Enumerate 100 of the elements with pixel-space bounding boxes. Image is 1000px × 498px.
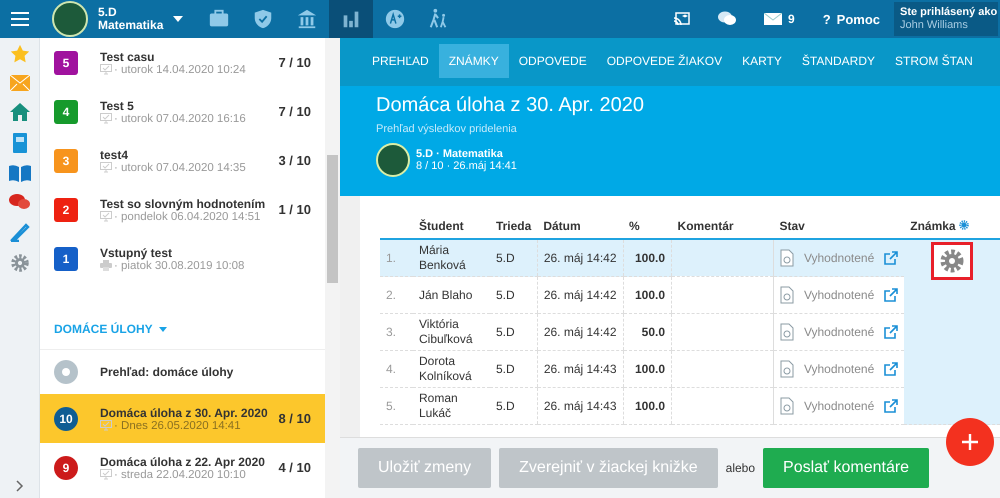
student-name: Mária Benková [413, 239, 490, 276]
caret-icon[interactable] [173, 16, 184, 22]
book-icon[interactable] [8, 164, 30, 182]
assignment-item[interactable]: 9 Domáca úloha z 22. Apr 2020 · streda 22.04.2020 10:10 4 / 10 [40, 443, 325, 492]
column-header: Známka [910, 219, 956, 233]
settings-icon[interactable] [10, 253, 30, 273]
score: 7 / 10 [278, 55, 311, 70]
assignment-subtitle: Prehľad výsledkov pridelenia [376, 123, 518, 135]
external-link-icon[interactable] [884, 399, 898, 413]
external-link-icon[interactable] [884, 362, 898, 376]
status-text: Vyhodnotené [804, 399, 874, 413]
comment-field[interactable] [672, 388, 774, 424]
class-cell: 5.D [490, 276, 538, 314]
tab[interactable]: PREHĽAD [362, 44, 439, 78]
status-text: Vyhodnotené [804, 362, 874, 376]
monitor-icon [100, 64, 112, 75]
percent-cell: 100.0 [623, 239, 672, 276]
overview-item[interactable]: Prehľad: domáce úlohy [40, 350, 325, 394]
scrollbar[interactable] [325, 38, 340, 498]
external-link-icon[interactable] [884, 288, 898, 302]
settings-button[interactable] [931, 242, 974, 280]
add-button[interactable] [946, 418, 994, 466]
assignment-item[interactable]: 2 Test so slovným hodnotením · pondelok 06.04.2020 14:51 1 / 10 [40, 185, 325, 234]
date-cell: 26. máj 14:42 [537, 276, 624, 314]
assignment-title: Test 5 [100, 98, 135, 112]
comment-field[interactable] [672, 350, 774, 388]
assignment-title: Test so slovným hodnotením [100, 196, 266, 210]
row-number: 1. [380, 239, 413, 276]
help-link[interactable]: Pomoc [836, 12, 880, 26]
tab[interactable]: KARTY [732, 44, 792, 78]
external-link-icon[interactable] [884, 251, 898, 265]
printer-icon [100, 260, 112, 271]
cast-icon[interactable] [674, 12, 690, 26]
send-button[interactable]: Poslať komentáre [763, 448, 930, 488]
comment-field[interactable] [672, 314, 774, 350]
row-number: 2. [380, 276, 413, 314]
chat-icon[interactable] [718, 11, 736, 27]
tab[interactable]: ODPOVEDE [508, 44, 597, 78]
message-count: 9 [788, 12, 795, 26]
settings-icon[interactable] [958, 220, 969, 230]
help-icon[interactable]: ? [822, 12, 831, 26]
assignment-date: · utorok 07.04.2020 16:16 [114, 112, 246, 124]
class-line: 5.D · Matematika [416, 148, 504, 160]
assignment-item[interactable]: 3 test4 · utorok 07.04.2020 14:35 3 / 10 [40, 136, 325, 185]
document-check-icon [780, 360, 794, 378]
notebook-icon[interactable] [12, 133, 26, 153]
chevron-icon[interactable] [16, 480, 24, 492]
comment-field[interactable] [672, 239, 774, 276]
tab[interactable]: ODPOVEDE ŽIAKOV [596, 44, 732, 78]
nav-tab[interactable] [329, 0, 374, 38]
date-cell: 26. máj 14:43 [537, 350, 624, 388]
number-badge: 2 [54, 198, 78, 222]
grade-icon [384, 8, 406, 30]
assignment-title: Vstupný test [100, 246, 174, 260]
document-check-icon [780, 249, 794, 267]
student-name: Roman Lukáč [413, 388, 490, 424]
assignment-item[interactable]: 1 Vstupný test · piatok 30.08.2019 10:08 [40, 234, 325, 283]
assignment-heading: Domáca úloha z 30. Apr. 2020 [376, 94, 645, 117]
assignment-date: · utorok 14.04.2020 10:24 [114, 64, 246, 76]
house-icon[interactable] [10, 102, 30, 122]
user-panel[interactable]: Ste prihlásený ako John Williams [894, 2, 998, 36]
monitor-icon [100, 211, 112, 222]
number-badge: 4 [54, 100, 78, 124]
star-icon[interactable] [10, 44, 30, 64]
settings-icon [940, 249, 964, 273]
caret-icon[interactable] [158, 326, 167, 332]
menu-icon[interactable] [11, 12, 29, 26]
external-link-icon[interactable] [884, 325, 898, 339]
monitor-icon [100, 420, 112, 431]
class-cell: 5.D [490, 314, 538, 350]
percent-cell: 100.0 [623, 276, 672, 314]
comment-field[interactable] [672, 276, 774, 314]
percent-cell: 100.0 [623, 350, 672, 388]
tab[interactable]: ŠTANDARDY [792, 44, 885, 78]
plus-icon [962, 434, 978, 450]
date-cell: 26. máj 14:42 [537, 239, 624, 276]
status-text: Vyhodnotené [804, 325, 874, 339]
monitor-icon [100, 469, 112, 480]
chat-icon[interactable] [8, 193, 30, 211]
section-title[interactable]: DOMÁCE ÚLOHY [54, 322, 153, 336]
class-avatar [376, 143, 410, 177]
tab[interactable]: STROM ŠTAN [885, 44, 983, 78]
assignment-date: · Dnes 26.05.2020 14:41 [114, 420, 241, 432]
assignment-item[interactable]: 4 Test 5 · utorok 07.04.2020 16:16 7 / 10 [40, 87, 325, 136]
assignment-date: · streda 22.04.2020 10:10 [114, 468, 246, 480]
overview-title: Prehľad: domáce úlohy [100, 365, 234, 379]
assignment-item[interactable]: 10 Domáca úloha z 30. Apr. 2020 · Dnes 26.05.2020 14:41 8 / 10 [40, 394, 325, 443]
class-cell: 5.D [490, 350, 538, 388]
score: 4 / 10 [278, 460, 311, 475]
score: 3 / 10 [278, 153, 311, 168]
class-cell: 5.D [490, 388, 538, 424]
date-cell: 26. máj 14:42 [537, 314, 624, 350]
row-number: 4. [380, 350, 413, 388]
document-check-icon [780, 397, 794, 415]
score: 1 / 10 [278, 202, 311, 217]
class-name: 5.D [98, 6, 118, 19]
envelope-icon[interactable] [764, 13, 782, 25]
pen-icon[interactable] [10, 222, 30, 242]
assignment-item[interactable]: 5 Test casu · utorok 14.04.2020 10:24 7 / 10 [40, 38, 325, 87]
number-badge: 1 [54, 246, 78, 270]
